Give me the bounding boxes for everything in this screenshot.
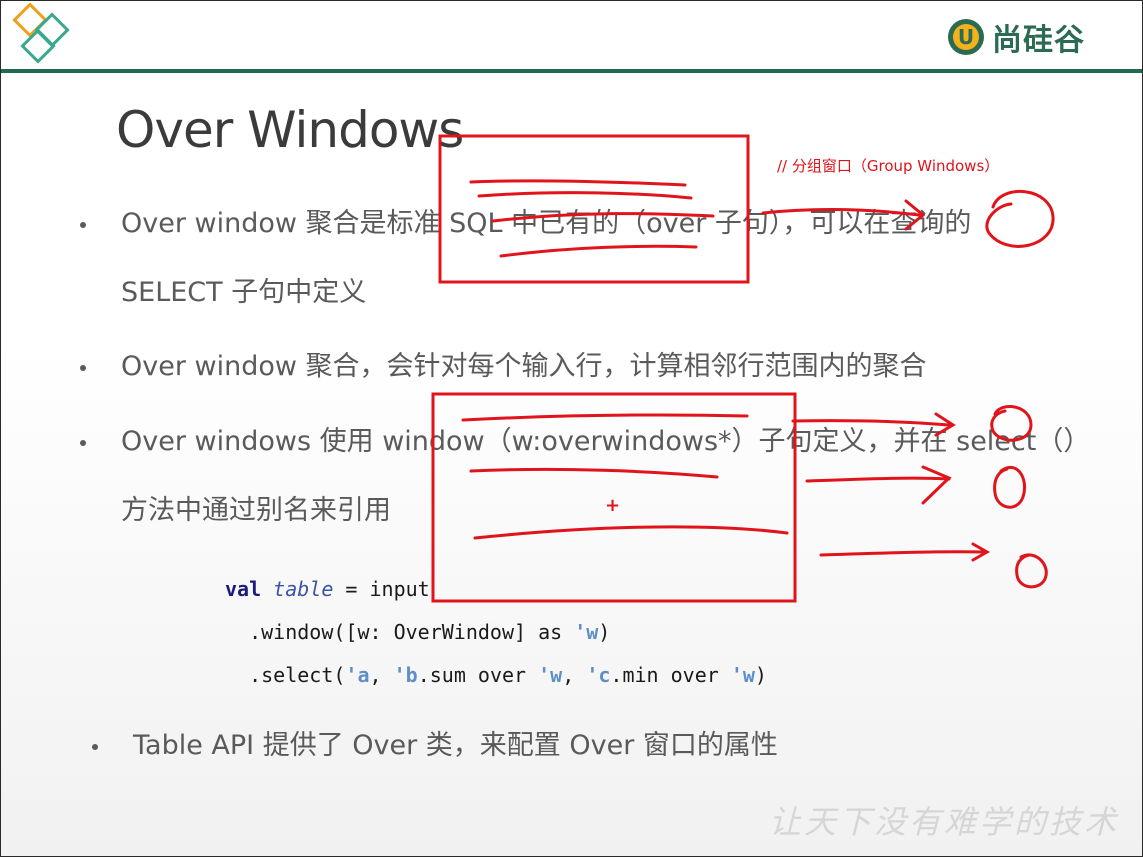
annotation-plus: + (605, 495, 621, 516)
bullet-3-line1: Over windows 使用 window（w:overwindows*）子句… (121, 426, 1091, 457)
code-symbol: 'c (586, 663, 611, 687)
code-text: = input (333, 577, 430, 601)
code-text: ) (598, 620, 611, 644)
code-symbol: 'a (345, 663, 370, 687)
code-symbol: 'b (393, 663, 418, 687)
annotation-underline (469, 179, 687, 187)
brand-u-icon: U (948, 19, 984, 55)
brand-logo: U 尚硅谷 (946, 15, 1085, 59)
code-keyword: val (225, 577, 262, 601)
bullet-2-line1: Over window 聚合，会针对每个输入行，计算相邻行范围内的聚合 (121, 351, 927, 382)
code-text: ) (754, 663, 767, 687)
slide: U 尚硅谷 Over Windows Over window 聚合是标准 SQL… (0, 0, 1143, 857)
bullet-1: Over window 聚合是标准 SQL 中已有的（over 子句），可以在查… (121, 189, 1081, 327)
code-text: .min over (610, 663, 731, 687)
diamond-logo-icon (12, 3, 70, 64)
code-text: .sum over (417, 663, 539, 687)
bullet-dot (80, 222, 86, 228)
header-divider (1, 69, 1142, 73)
code-text: , (562, 663, 587, 687)
bullet-1-line2: SELECT 子句中定义 (121, 277, 367, 308)
annotation-note: // 分组窗口（Group Windows） (777, 157, 1000, 175)
code-text: .select( (225, 663, 346, 687)
brand-name: 尚硅谷 (992, 23, 1085, 58)
annotation-circle (1015, 553, 1048, 589)
bullet-2: Over window 聚合，会针对每个输入行，计算相邻行范围内的聚合 (121, 332, 1081, 401)
code-variable: table (273, 577, 334, 601)
code-symbol: 'w (574, 620, 599, 644)
code-text: , (369, 663, 394, 687)
svg-text:U: U (958, 25, 974, 49)
bullet-dot (92, 744, 98, 750)
code-symbol: 'w (730, 663, 755, 687)
bullet-3: Over windows 使用 window（w:overwindows*）子句… (121, 407, 1091, 545)
slide-title: Over Windows (116, 101, 464, 159)
code-block: val table = input .window([w: OverWindow… (225, 568, 767, 697)
bullet-4: Table API 提供了 Over 类，来配置 Over 窗口的属性 (133, 730, 778, 761)
annotation-arrow (819, 542, 991, 562)
watermark: 让天下没有难学的技术 (769, 803, 1120, 841)
bullet-3-line2: 方法中通过别名来引用 (121, 495, 391, 526)
code-text: .window([w: OverWindow] as (225, 620, 575, 644)
bullet-dot (80, 365, 86, 371)
bullet-1-line1: Over window 聚合是标准 SQL 中已有的（over 子句），可以在查… (121, 208, 972, 239)
bullet-dot (80, 440, 86, 446)
code-symbol: 'w (538, 663, 563, 687)
